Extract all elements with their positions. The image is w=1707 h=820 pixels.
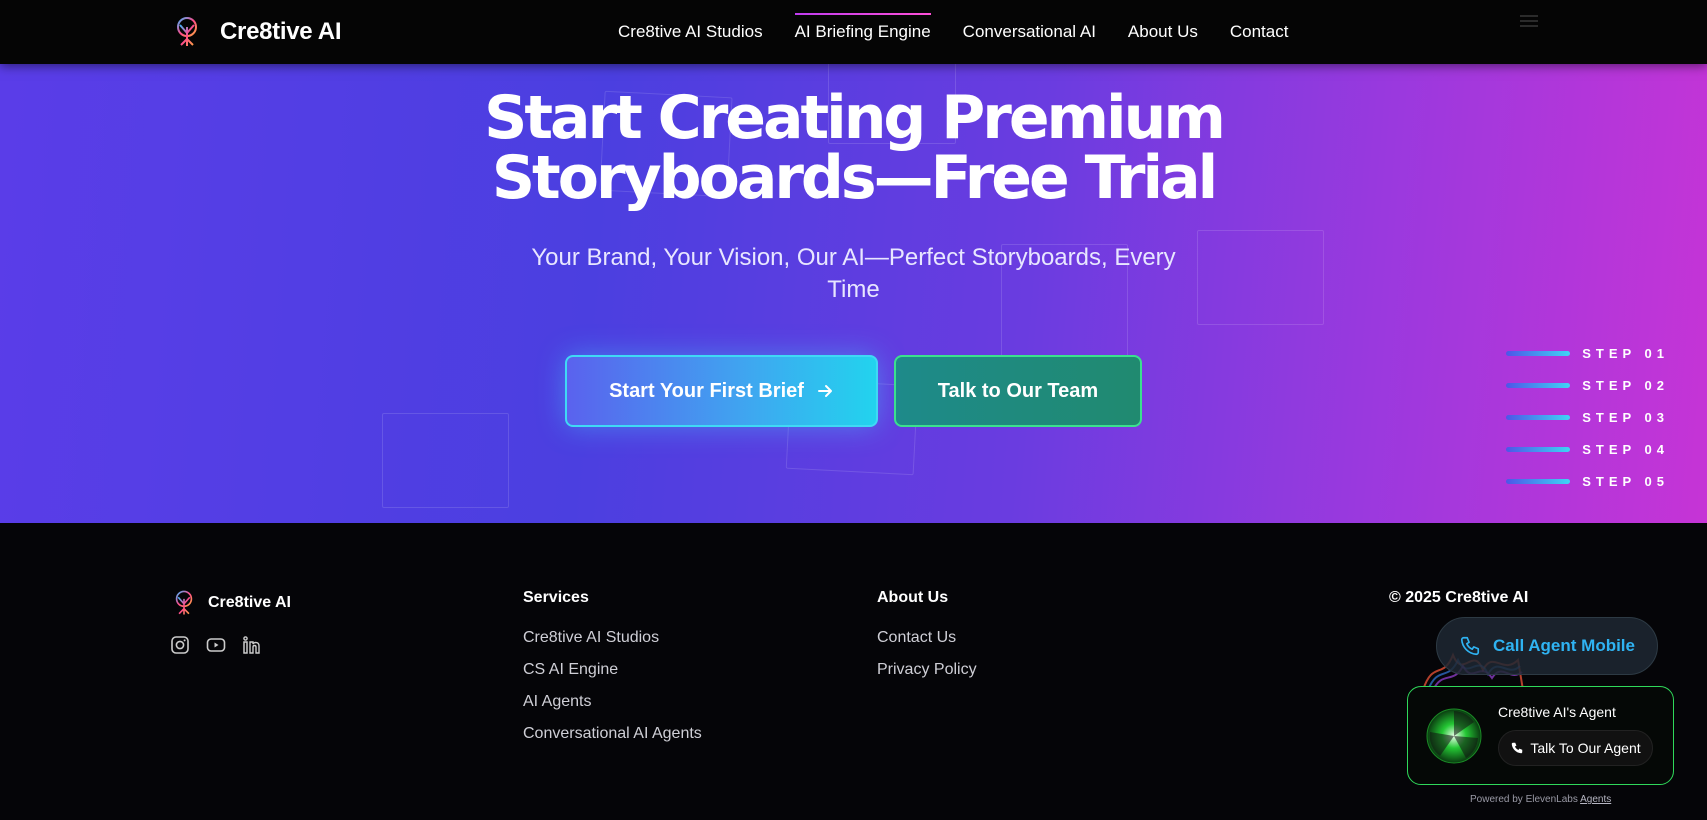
step-item[interactable]: STEP 01 (1506, 337, 1669, 369)
step-label: STEP 03 (1582, 409, 1669, 425)
linkedin-icon[interactable] (242, 635, 262, 655)
nav-item-conversational-ai[interactable]: Conversational AI (963, 22, 1096, 42)
footer-link-contact-us[interactable]: Contact Us (877, 629, 977, 661)
step-bar (1506, 446, 1571, 452)
step-item[interactable]: STEP 02 (1506, 369, 1669, 401)
nav-item-contact[interactable]: Contact (1230, 22, 1289, 42)
powered-by-text: Powered by ElevenLabs Agents (1470, 794, 1611, 805)
step-label: STEP 05 (1582, 473, 1669, 489)
footer-about-column: About Us Contact Us Privacy Policy (877, 589, 977, 693)
talk-to-agent-label: Talk To Our Agent (1530, 740, 1641, 756)
powered-by-agents-link[interactable]: Agents (1580, 794, 1611, 805)
decorative-frame (382, 413, 509, 508)
step-label: STEP 04 (1582, 441, 1669, 457)
step-indicator: STEP 01 STEP 02 STEP 03 STEP 04 STEP 05 (1506, 337, 1669, 497)
step-item[interactable]: STEP 05 (1506, 465, 1669, 497)
site-header: Cre8tive AI Cre8tive AI Studios AI Brief… (0, 0, 1707, 64)
brand-name: Cre8tive AI (220, 18, 342, 45)
call-agent-mobile-label: Call Agent Mobile (1493, 636, 1635, 655)
footer-about-heading: About Us (877, 589, 949, 606)
instagram-icon[interactable] (170, 635, 190, 655)
step-label: STEP 02 (1582, 377, 1669, 393)
agent-name: Cre8tive AI's Agent (1498, 704, 1616, 720)
start-first-brief-label: Start Your First Brief (609, 379, 804, 402)
footer-link-privacy-policy[interactable]: Privacy Policy (877, 661, 977, 693)
main-nav: Cre8tive AI Studios AI Briefing Engine C… (618, 0, 1288, 64)
talk-to-team-button[interactable]: Talk to Our Team (894, 355, 1142, 427)
step-bar (1506, 382, 1571, 388)
youtube-icon[interactable] (206, 635, 226, 655)
footer-link-ai-agents[interactable]: AI Agents (523, 693, 702, 725)
copyright-text: © 2025 Cre8tive AI (1389, 589, 1529, 606)
step-bar (1506, 478, 1571, 484)
hero-title: Start Creating Premium Storyboards—Free … (0, 88, 1707, 208)
hero-subtitle: Your Brand, Your Vision, Our AI—Perfect … (531, 244, 1176, 303)
social-links (170, 635, 262, 655)
nav-item-about-us[interactable]: About Us (1128, 22, 1198, 42)
phone-icon (1512, 742, 1523, 754)
talk-to-team-label: Talk to Our Team (937, 379, 1099, 402)
step-bar (1506, 350, 1571, 356)
nav-item-briefing-engine[interactable]: AI Briefing Engine (794, 13, 931, 42)
hero-title-line-2: Storyboards—Free Trial (491, 143, 1218, 213)
agent-widget-card: Cre8tive AI's Agent Talk To Our Agent (1407, 686, 1674, 785)
decorative-frame (1197, 230, 1324, 325)
arrow-right-icon (817, 385, 832, 397)
footer-link-conversational-agents[interactable]: Conversational AI Agents (523, 725, 702, 757)
talk-to-agent-button[interactable]: Talk To Our Agent (1498, 730, 1653, 766)
footer-link-cs-ai-engine[interactable]: CS AI Engine (523, 661, 702, 693)
brand-logo-link[interactable]: Cre8tive AI (170, 14, 342, 50)
step-bar (1506, 414, 1571, 420)
footer-services-column: Services Cre8tive AI Studios CS AI Engin… (523, 589, 702, 757)
footer-brand[interactable]: Cre8tive AI (170, 589, 291, 617)
agent-avatar-icon (1426, 708, 1482, 764)
footer-link-studios[interactable]: Cre8tive AI Studios (523, 629, 702, 661)
footer-services-heading: Services (523, 589, 589, 606)
footer-brand-name: Cre8tive AI (208, 594, 291, 611)
phone-icon (1460, 636, 1480, 656)
start-first-brief-button[interactable]: Start Your First Brief (565, 355, 878, 427)
tree-logo-icon (175, 590, 193, 615)
hero-section: Start Creating Premium Storyboards—Free … (0, 64, 1707, 523)
powered-by-label: Powered by ElevenLabs (1470, 794, 1578, 805)
call-agent-mobile-button[interactable]: Call Agent Mobile (1436, 617, 1658, 675)
step-label: STEP 01 (1582, 345, 1669, 361)
menu-icon[interactable] (1520, 15, 1538, 27)
step-item[interactable]: STEP 03 (1506, 401, 1669, 433)
nav-item-studios[interactable]: Cre8tive AI Studios (618, 22, 763, 42)
step-item[interactable]: STEP 04 (1506, 433, 1669, 465)
tree-logo-icon (177, 17, 197, 46)
